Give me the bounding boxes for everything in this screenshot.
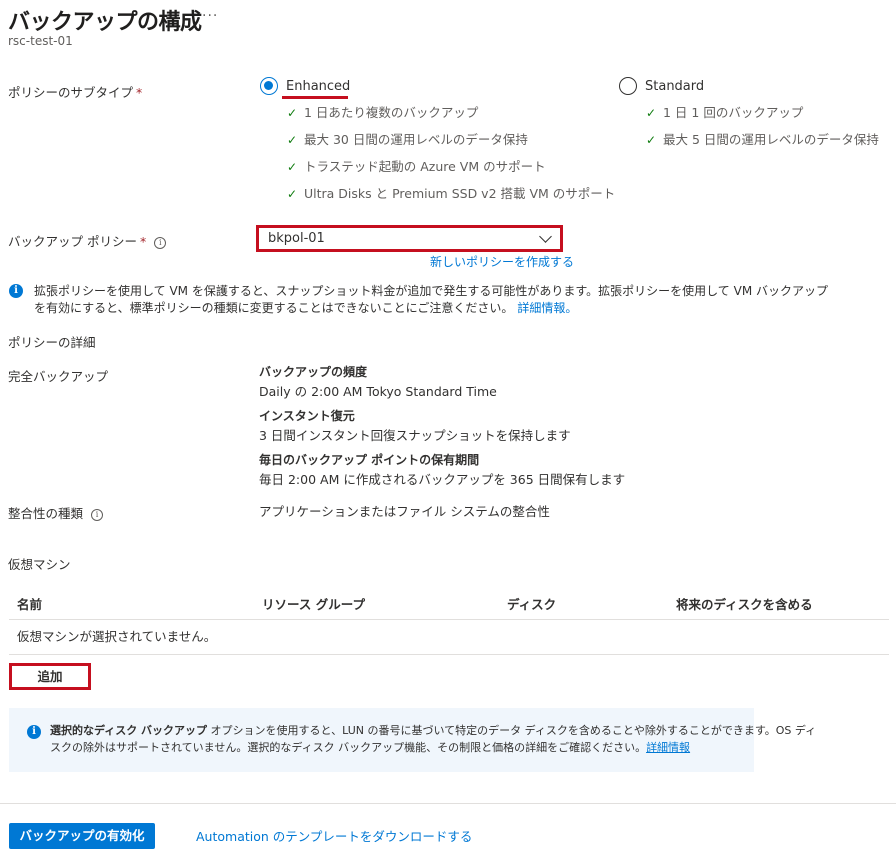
feature-enhanced-3: トラステッド起動の Azure VM のサポート — [304, 159, 546, 174]
info-icon: i — [9, 284, 23, 298]
backup-policy-dropdown[interactable]: bkpol-01 — [256, 225, 563, 252]
add-vm-button[interactable]: 追加 — [9, 663, 91, 690]
column-header-future-disks[interactable]: 将来のディスクを含める — [676, 594, 813, 613]
info-icon[interactable]: i — [91, 509, 104, 521]
feature-enhanced-1: 1 日あたり複数のバックアップ — [304, 105, 479, 120]
full-backup-label: 完全バックアップ — [8, 369, 109, 384]
instant-restore-value: 3 日間インスタント回復スナップショットを保持します — [259, 428, 571, 443]
check-icon: ✓ — [646, 133, 657, 147]
frequency-value: Daily の 2:00 AM Tokyo Standard Time — [259, 384, 497, 399]
consistency-label: 整合性の種類 i — [8, 503, 104, 522]
selective-disk-notice: i 選択的なディスク バックアップ オプションを使用すると、LUN の番号に基づ… — [9, 708, 816, 772]
chevron-down-icon — [539, 230, 552, 243]
table-divider — [9, 619, 889, 620]
retention-title: 毎日のバックアップ ポイントの保有期間 — [259, 453, 480, 467]
check-icon: ✓ — [287, 133, 298, 147]
footer-divider — [0, 803, 896, 804]
radio-standard[interactable] — [619, 77, 637, 95]
column-header-resource-group[interactable]: リソース グループ — [262, 594, 365, 613]
policy-subtype-label: ポリシーのサブタイプ * — [8, 85, 143, 100]
required-mark: * — [136, 85, 143, 100]
page-title: バックアップの構成 — [8, 10, 202, 35]
info-icon[interactable]: i — [154, 237, 167, 249]
learn-more-link[interactable]: 詳細情報。 — [517, 301, 577, 315]
feature-standard-2: 最大 5 日間の運用レベルのデータ保持 — [663, 132, 879, 147]
info-icon: i — [27, 725, 41, 739]
feature-standard-1: 1 日 1 回のバックアップ — [663, 105, 804, 120]
notice-bold-text: 選択的なディスク バックアップ — [50, 724, 208, 737]
feature-enhanced-2: 最大 30 日間の運用レベルのデータ保持 — [304, 132, 528, 147]
enhanced-underline — [282, 96, 348, 99]
vm-empty-text: 仮想マシンが選択されていません。 — [17, 629, 217, 644]
feature-enhanced-4: Ultra Disks と Premium SSD v2 搭載 VM のサポート — [304, 186, 616, 201]
required-mark: * — [139, 234, 147, 249]
vm-heading: 仮想マシン — [8, 557, 71, 572]
download-template-link[interactable]: Automation のテンプレートをダウンロードする — [196, 826, 472, 845]
radio-standard-label[interactable]: Standard — [645, 79, 704, 94]
check-icon: ✓ — [646, 106, 657, 120]
policy-details-heading: ポリシーの詳細 — [8, 335, 96, 350]
check-icon: ✓ — [287, 106, 298, 120]
enhanced-notice: 拡張ポリシーを使用して VM を保護すると、スナップショット料金が追加で発生する… — [34, 284, 828, 315]
radio-enhanced[interactable] — [260, 77, 278, 95]
page-subtitle: rsc-test-01 — [8, 34, 73, 48]
backup-policy-value: bkpol-01 — [268, 231, 325, 246]
retention-value: 毎日 2:00 AM に作成されるバックアップを 365 日間保有します — [259, 472, 626, 487]
instant-restore-title: インスタント復元 — [259, 409, 355, 423]
frequency-title: バックアップの頻度 — [259, 365, 368, 379]
radio-enhanced-label[interactable]: Enhanced — [286, 79, 350, 94]
more-options-icon[interactable]: ··· — [202, 8, 218, 24]
column-header-name[interactable]: 名前 — [17, 594, 42, 613]
enable-backup-button[interactable]: バックアップの有効化 — [9, 823, 155, 849]
details-link[interactable]: 詳細情報 — [646, 741, 690, 754]
column-header-disk[interactable]: ディスク — [507, 594, 556, 613]
check-icon: ✓ — [287, 160, 298, 174]
backup-policy-label: バックアップ ポリシー * i — [8, 231, 167, 250]
table-divider — [9, 654, 889, 655]
consistency-value: アプリケーションまたはファイル システムの整合性 — [259, 504, 550, 519]
create-policy-link[interactable]: 新しいポリシーを作成する — [430, 253, 574, 270]
check-icon: ✓ — [287, 187, 298, 201]
